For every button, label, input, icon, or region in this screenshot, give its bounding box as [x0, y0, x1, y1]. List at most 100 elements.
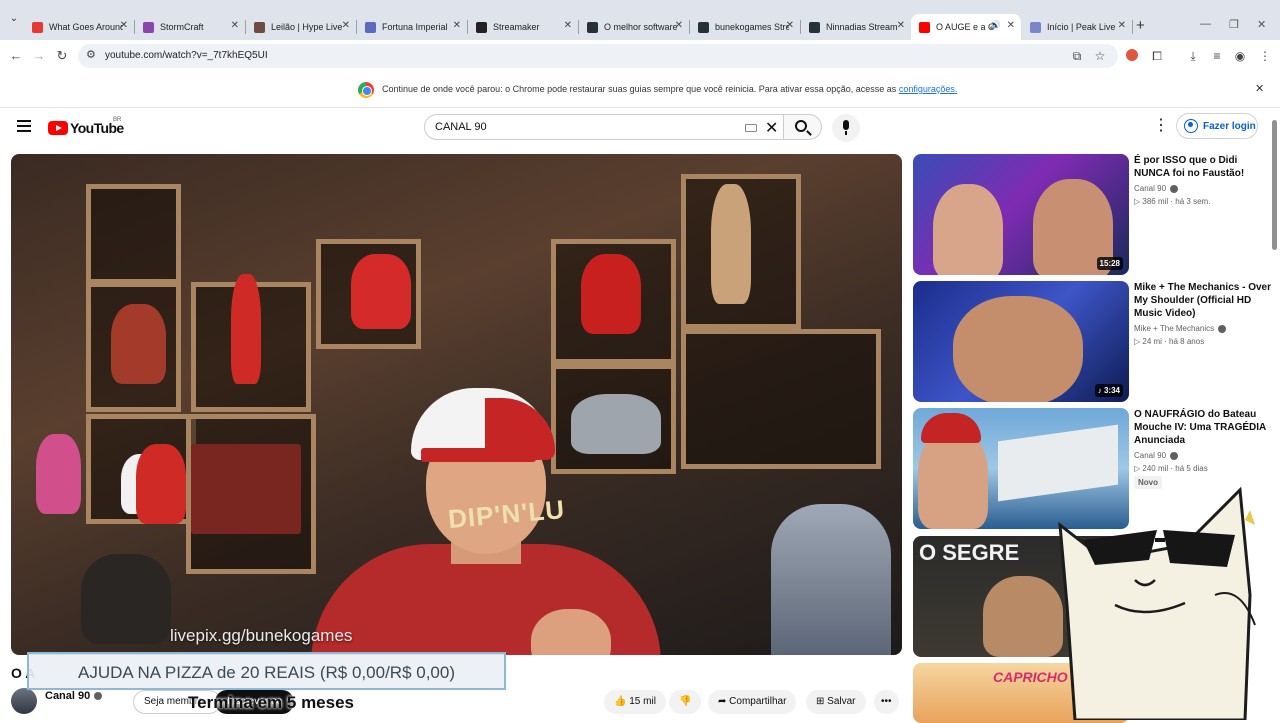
channel-text[interactable]: Canal 90 [1134, 451, 1166, 460]
close-tab-icon[interactable]: ✕ [231, 20, 239, 31]
minimize-icon[interactable]: — [1200, 18, 1211, 30]
donation-countdown: Termina em 5 meses [188, 693, 354, 712]
search-button[interactable] [784, 114, 822, 140]
video-thumbnail[interactable]: ♪ 3:34 [913, 281, 1129, 402]
recommendation-channel[interactable]: Mike + The Mechanics [1134, 324, 1227, 333]
close-tab-icon[interactable]: ✕ [453, 20, 461, 31]
recommendation-channel[interactable]: Canal 90 [1134, 184, 1179, 193]
login-button[interactable]: Fazer login [1176, 113, 1258, 139]
tab-ninnadias-stream[interactable]: Ninnadias Stream ✕ [801, 14, 911, 40]
download-icon[interactable]: ⤓ [1186, 49, 1200, 63]
recommendation-channel[interactable]: Canal 90 [1134, 451, 1179, 460]
video-player[interactable]: DIP'N'LU [11, 154, 902, 655]
voice-search-button[interactable] [832, 114, 860, 142]
scrollbar-thumb[interactable] [1272, 120, 1277, 250]
shelf [86, 184, 181, 284]
tab-bunekogames-stream[interactable]: bunekogames Stream ✕ [690, 14, 801, 40]
tab-stormcraft[interactable]: StormCraft ✕ [135, 14, 246, 40]
chucky-doll [111, 304, 166, 384]
thumbs-down-icon: 👎 [679, 696, 692, 707]
close-tab-icon[interactable]: ✕ [1118, 20, 1126, 31]
mickey-figure [81, 554, 171, 644]
close-tab-icon[interactable]: ✕ [120, 20, 128, 31]
recommendation-title[interactable]: É por ISSO que o Didi NUNCA foi no Faust… [1134, 154, 1274, 180]
close-tab-icon[interactable]: ✕ [564, 20, 572, 31]
toy-car [351, 254, 411, 329]
close-tab-icon[interactable]: ✕ [675, 20, 683, 31]
channel-name-text[interactable]: Canal 90 [45, 690, 90, 702]
books [191, 444, 301, 534]
channel-name[interactable]: Canal 90 [45, 690, 103, 702]
tab-fortuna-imperial[interactable]: Fortuna Imperial ✕ [357, 14, 468, 40]
close-window-icon[interactable]: ✕ [1257, 18, 1266, 31]
recommendation-card[interactable]: 15:28 É por ISSO que o Didi NUNCA foi no… [913, 154, 1273, 275]
fortuna-favicon-icon [365, 21, 376, 33]
close-tab-icon[interactable]: ✕ [342, 20, 350, 31]
extension-icon[interactable] [1126, 49, 1138, 61]
site-info-icon[interactable]: ⚙ [86, 48, 96, 61]
peak-live-favicon-icon [1030, 21, 1041, 33]
tab-o-melhor-software[interactable]: O melhor software ✕ [579, 14, 690, 40]
close-infobar-icon[interactable]: ✕ [1255, 82, 1264, 95]
install-app-icon[interactable]: ⧉ [1070, 49, 1084, 63]
chrome-menu-icon[interactable]: ⋮ [1258, 49, 1272, 63]
tab-what-goes-around[interactable]: What Goes Around ✕ [24, 14, 135, 40]
settings-link[interactable]: configurações. [899, 84, 958, 94]
page-scrollbar[interactable] [1271, 118, 1278, 718]
settings-kebab-icon[interactable]: ⋮ [1153, 118, 1169, 134]
more-actions-button[interactable]: ••• [874, 690, 899, 714]
restore-window-icon[interactable]: ❐ [1229, 18, 1239, 31]
region-code: BR [113, 117, 122, 123]
hamburger-menu-icon[interactable] [17, 120, 31, 132]
extensions-puzzle-icon[interactable]: ⧠ [1150, 49, 1164, 63]
channel-text[interactable]: Mike + The Mechanics [1134, 324, 1214, 333]
stream-favicon-icon [698, 21, 709, 33]
tab-search-icon[interactable]: ⌄ [4, 8, 24, 30]
upload-age: há 5 dias [1175, 464, 1208, 473]
address-bar[interactable]: ⚙ youtube.com/watch?v=_7t7khEQ5UI [78, 44, 1118, 68]
clear-search-icon[interactable]: ✕ [765, 118, 778, 138]
recommendation-title[interactable]: O NAUFRÁGIO do Bateau Mouche IV: Uma TRA… [1134, 408, 1274, 447]
share-button[interactable]: ➦ Compartilhar [708, 690, 797, 714]
recommendation-card[interactable]: ♪ 3:34 Mike + The Mechanics - Over My Sh… [913, 281, 1273, 402]
like-button[interactable]: 👍 15 mil [604, 690, 666, 714]
restore-message-text: Continue de onde você parou: o Chrome po… [382, 84, 897, 94]
search-input[interactable]: CANAL 90 ✕ [424, 114, 784, 140]
channel-avatar[interactable] [11, 688, 37, 714]
keyboard-icon[interactable] [745, 124, 757, 132]
close-tab-icon[interactable]: ✕ [786, 20, 794, 31]
new-tab-plus-icon[interactable]: + [1136, 17, 1145, 34]
speaker-icon[interactable]: 🔊 [990, 20, 1001, 31]
reload-icon[interactable]: ↻ [52, 46, 72, 66]
dislike-button[interactable]: 👎 [669, 690, 702, 714]
back-arrow-icon[interactable]: ← [6, 46, 26, 66]
duration-text: 3:34 [1103, 386, 1120, 395]
close-tab-icon[interactable]: ✕ [897, 20, 905, 31]
search-query-text[interactable]: CANAL 90 [435, 121, 487, 133]
channel-text[interactable]: Canal 90 [1134, 184, 1166, 193]
youtube-logo[interactable]: YouTube BR [48, 117, 124, 136]
video-duration: ♪ 3:34 [1094, 384, 1123, 397]
tab-streamaker[interactable]: Streamaker ✕ [468, 14, 579, 40]
presenter-cap [411, 388, 555, 462]
like-count: 15 mil [629, 696, 656, 707]
bookmark-star-icon[interactable]: ☆ [1093, 49, 1107, 63]
profile-icon[interactable]: ◉ [1233, 49, 1247, 63]
media-controls-icon[interactable]: ≡ [1210, 49, 1224, 63]
tab-leilao-hype-live[interactable]: Leilão | Hype Live ✕ [246, 14, 357, 40]
save-button[interactable]: ⊞ Salvar [806, 690, 866, 714]
donation-goal-text: AJUDA NA PIZZA de 20 REAIS (R$ 0,00/R$ 0… [77, 663, 455, 682]
verified-check-icon [1170, 184, 1179, 193]
youtube-favicon-icon [32, 21, 43, 33]
recommendation-title[interactable]: Mike + The Mechanics - Over My Shoulder … [1134, 281, 1274, 320]
racer-figure [231, 274, 261, 384]
forward-arrow-icon[interactable]: → [29, 46, 49, 66]
tab-o-auge-active[interactable]: O AUGE e a C 🔊 ✕ [911, 14, 1021, 40]
recommendation-meta: ▷ 386 mil · há 3 sem. [1134, 197, 1211, 206]
verified-check-icon [94, 692, 103, 701]
tab-inicio-peak-live[interactable]: Início | Peak Live ✕ [1022, 14, 1133, 40]
video-thumbnail[interactable]: 15:28 [913, 154, 1129, 275]
url-text[interactable]: youtube.com/watch?v=_7t7khEQ5UI [105, 50, 268, 61]
view-count: 386 mil [1142, 197, 1169, 206]
close-tab-icon[interactable]: ✕ [1007, 20, 1015, 31]
